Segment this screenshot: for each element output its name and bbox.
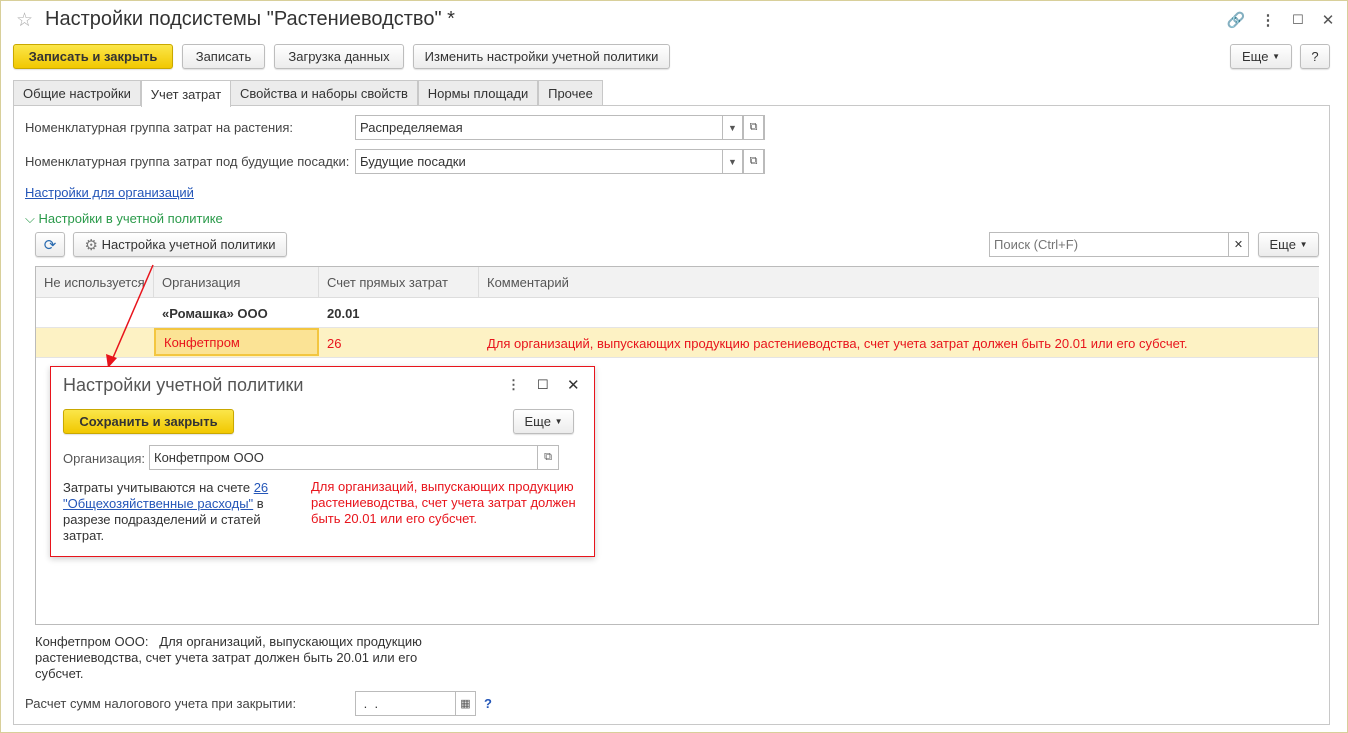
- popup-org-field[interactable]: Конфетпром ООО ⧉: [149, 445, 559, 470]
- bottom-note-org: Конфетпром ООО:: [35, 634, 149, 649]
- bottom-note: Конфетпром ООО: Для организаций, выпуска…: [35, 634, 435, 682]
- tax-date-value: . .: [360, 696, 379, 711]
- more-vert-icon[interactable]: ⋮: [507, 377, 520, 393]
- tax-date-field[interactable]: . . ▦: [355, 691, 476, 716]
- caret-down-icon: ▼: [554, 417, 563, 426]
- calendar-icon[interactable]: ▦: [455, 691, 476, 716]
- popup-org-label: Организация:: [63, 451, 146, 466]
- popup-info-text: Затраты учитываются на счете 26 "Общехоз…: [63, 480, 273, 544]
- popup-title: Настройки учетной политики: [63, 375, 304, 395]
- tab-costs[interactable]: Учет затрат: [141, 80, 231, 107]
- close-icon[interactable]: ✕: [567, 376, 580, 394]
- open-icon[interactable]: ⧉: [537, 446, 558, 469]
- more-label: Еще: [524, 414, 551, 429]
- popup-more-button[interactable]: Еще ▼: [513, 409, 574, 434]
- policy-settings-popup: Настройки учетной политики ⋮ ☐ ✕ Сохрани…: [50, 366, 595, 557]
- info-text: Затраты учитываются на счете: [63, 480, 254, 495]
- popup-org-value: Конфетпром ООО: [154, 450, 264, 465]
- popup-save-close-button[interactable]: Сохранить и закрыть: [63, 409, 234, 434]
- maximize-icon[interactable]: ☐: [537, 377, 549, 393]
- tax-calc-label: Расчет сумм налогового учета при закрыти…: [25, 696, 297, 711]
- help-link[interactable]: ?: [484, 696, 492, 711]
- popup-warning: Для организаций, выпускающих продукцию р…: [311, 479, 576, 526]
